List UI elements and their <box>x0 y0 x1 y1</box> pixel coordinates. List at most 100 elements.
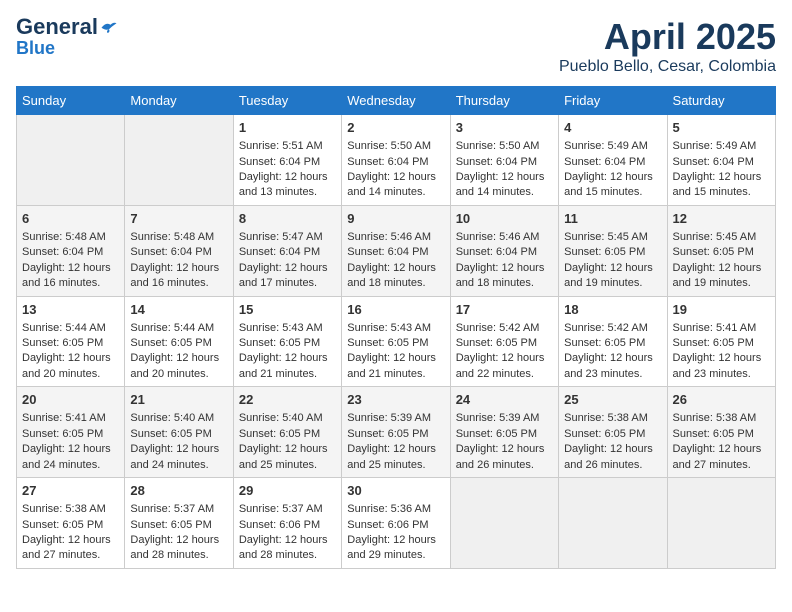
calendar-cell: 5Sunrise: 5:49 AMSunset: 6:04 PMDaylight… <box>667 115 775 206</box>
header-day-friday: Friday <box>559 87 667 115</box>
sunrise-text: Sunrise: 5:38 AM <box>673 412 757 424</box>
daylight-text: Daylight: 12 hours and 20 minutes. <box>130 352 219 379</box>
daylight-text: Daylight: 12 hours and 16 minutes. <box>22 262 111 289</box>
sunrise-text: Sunrise: 5:49 AM <box>564 140 648 152</box>
calendar-table: SundayMondayTuesdayWednesdayThursdayFrid… <box>16 86 776 569</box>
calendar-cell: 3Sunrise: 5:50 AMSunset: 6:04 PMDaylight… <box>450 115 558 206</box>
day-number: 30 <box>347 482 444 500</box>
sunrise-text: Sunrise: 5:43 AM <box>239 322 323 334</box>
week-row-1: 1Sunrise: 5:51 AMSunset: 6:04 PMDaylight… <box>17 115 776 206</box>
calendar-cell: 23Sunrise: 5:39 AMSunset: 6:05 PMDayligh… <box>342 387 450 478</box>
daylight-text: Daylight: 12 hours and 26 minutes. <box>456 443 545 470</box>
sunrise-text: Sunrise: 5:50 AM <box>347 140 431 152</box>
daylight-text: Daylight: 12 hours and 26 minutes. <box>564 443 653 470</box>
sunrise-text: Sunrise: 5:38 AM <box>22 503 106 515</box>
day-number: 4 <box>564 119 661 137</box>
calendar-cell: 22Sunrise: 5:40 AMSunset: 6:05 PMDayligh… <box>233 387 341 478</box>
sunrise-text: Sunrise: 5:46 AM <box>456 231 540 243</box>
sunrise-text: Sunrise: 5:40 AM <box>239 412 323 424</box>
daylight-text: Daylight: 12 hours and 24 minutes. <box>130 443 219 470</box>
calendar-cell: 2Sunrise: 5:50 AMSunset: 6:04 PMDaylight… <box>342 115 450 206</box>
day-number: 7 <box>130 210 227 228</box>
header-day-wednesday: Wednesday <box>342 87 450 115</box>
day-number: 11 <box>564 210 661 228</box>
calendar-cell: 13Sunrise: 5:44 AMSunset: 6:05 PMDayligh… <box>17 296 125 387</box>
sunrise-text: Sunrise: 5:46 AM <box>347 231 431 243</box>
calendar-cell: 20Sunrise: 5:41 AMSunset: 6:05 PMDayligh… <box>17 387 125 478</box>
calendar-cell: 15Sunrise: 5:43 AMSunset: 6:05 PMDayligh… <box>233 296 341 387</box>
sunset-text: Sunset: 6:05 PM <box>347 337 428 349</box>
calendar-cell <box>125 115 233 206</box>
week-row-3: 13 Sunrise: 5:44 AM Sunset: 6:05 PM Dayligh… <box>17 296 776 387</box>
sunset-text: Sunset: 6:05 PM <box>239 428 320 440</box>
day-number: 13 <box>22 301 119 319</box>
calendar-header-row: SundayMondayTuesdayWednesdayThursdayFrid… <box>17 87 776 115</box>
calendar-cell: 7Sunrise: 5:48 AMSunset: 6:04 PMDaylight… <box>125 205 233 296</box>
calendar-cell <box>667 478 775 569</box>
sunrise-text: Sunrise: 5:44 AM <box>130 322 214 334</box>
calendar-cell <box>559 478 667 569</box>
calendar-cell: 21Sunrise: 5:40 AMSunset: 6:05 PMDayligh… <box>125 387 233 478</box>
sunrise-text: Sunrise: 5:45 AM <box>564 231 648 243</box>
calendar-cell: 26Sunrise: 5:38 AMSunset: 6:05 PMDayligh… <box>667 387 775 478</box>
day-number: 24 <box>456 391 553 409</box>
calendar-cell: 14 Sunrise: 5:44 AM Sunset: 6:05 PM Dayligh… <box>125 296 233 387</box>
calendar-cell: 19Sunrise: 5:41 AMSunset: 6:05 PMDayligh… <box>667 296 775 387</box>
sunrise-text: Sunrise: 5:42 AM <box>564 322 648 334</box>
daylight-text: Daylight: 12 hours and 14 minutes. <box>456 171 545 198</box>
day-number: 28 <box>130 482 227 500</box>
logo-bird-icon <box>100 20 118 34</box>
sunset-text: Sunset: 6:05 PM <box>130 428 211 440</box>
day-number: 25 <box>564 391 661 409</box>
sunset-text: Sunset: 6:05 PM <box>239 337 320 349</box>
day-number: 14 <box>130 301 227 319</box>
sunrise-text: Sunrise: 5:47 AM <box>239 231 323 243</box>
daylight-text: Daylight: 12 hours and 17 minutes. <box>239 262 328 289</box>
sunset-text: Sunset: 6:05 PM <box>456 337 537 349</box>
daylight-text: Daylight: 12 hours and 18 minutes. <box>456 262 545 289</box>
daylight-text: Daylight: 12 hours and 28 minutes. <box>130 534 219 561</box>
sunrise-text: Sunrise: 5:37 AM <box>239 503 323 515</box>
day-number: 12 <box>673 210 770 228</box>
daylight-text: Daylight: 12 hours and 28 minutes. <box>239 534 328 561</box>
logo-blue: Blue <box>16 38 55 59</box>
calendar-cell: 9Sunrise: 5:46 AMSunset: 6:04 PMDaylight… <box>342 205 450 296</box>
week-row-5: 27Sunrise: 5:38 AMSunset: 6:05 PMDayligh… <box>17 478 776 569</box>
daylight-text: Daylight: 12 hours and 14 minutes. <box>347 171 436 198</box>
sunset-text: Sunset: 6:05 PM <box>673 428 754 440</box>
daylight-text: Daylight: 12 hours and 22 minutes. <box>456 352 545 379</box>
calendar-cell: 18Sunrise: 5:42 AMSunset: 6:05 PMDayligh… <box>559 296 667 387</box>
day-number: 27 <box>22 482 119 500</box>
sunset-text: Sunset: 6:04 PM <box>456 246 537 258</box>
day-number: 29 <box>239 482 336 500</box>
day-number: 17 <box>456 301 553 319</box>
sunrise-text: Sunrise: 5:49 AM <box>673 140 757 152</box>
calendar-cell: 28Sunrise: 5:37 AMSunset: 6:05 PMDayligh… <box>125 478 233 569</box>
day-number: 3 <box>456 119 553 137</box>
header-day-monday: Monday <box>125 87 233 115</box>
calendar-cell: 8 Sunrise: 5:47 AM Sunset: 6:04 PM Daylight… <box>233 205 341 296</box>
sunrise-text: Sunrise: 5:39 AM <box>456 412 540 424</box>
daylight-text: Daylight: 12 hours and 13 minutes. <box>239 171 328 198</box>
sunset-text: Sunset: 6:05 PM <box>130 337 211 349</box>
day-number: 8 <box>239 210 336 228</box>
day-number: 21 <box>130 391 227 409</box>
sunset-text: Sunset: 6:04 PM <box>22 246 103 258</box>
day-number: 16 <box>347 301 444 319</box>
sunset-text: Sunset: 6:04 PM <box>564 156 645 168</box>
location-title: Pueblo Bello, Cesar, Colombia <box>559 58 776 76</box>
daylight-text: Daylight: 12 hours and 15 minutes. <box>673 171 762 198</box>
sunrise-text: Sunrise: 5:44 AM <box>22 322 106 334</box>
day-number: 1 <box>239 119 336 137</box>
sunset-text: Sunset: 6:05 PM <box>347 428 428 440</box>
header-day-tuesday: Tuesday <box>233 87 341 115</box>
day-number: 2 <box>347 119 444 137</box>
daylight-text: Daylight: 12 hours and 18 minutes. <box>347 262 436 289</box>
day-number: 22 <box>239 391 336 409</box>
calendar-cell: 30Sunrise: 5:36 AMSunset: 6:06 PMDayligh… <box>342 478 450 569</box>
sunrise-text: Sunrise: 5:41 AM <box>673 322 757 334</box>
day-number: 23 <box>347 391 444 409</box>
daylight-text: Daylight: 12 hours and 23 minutes. <box>673 352 762 379</box>
calendar-cell <box>450 478 558 569</box>
sunset-text: Sunset: 6:04 PM <box>239 246 320 258</box>
